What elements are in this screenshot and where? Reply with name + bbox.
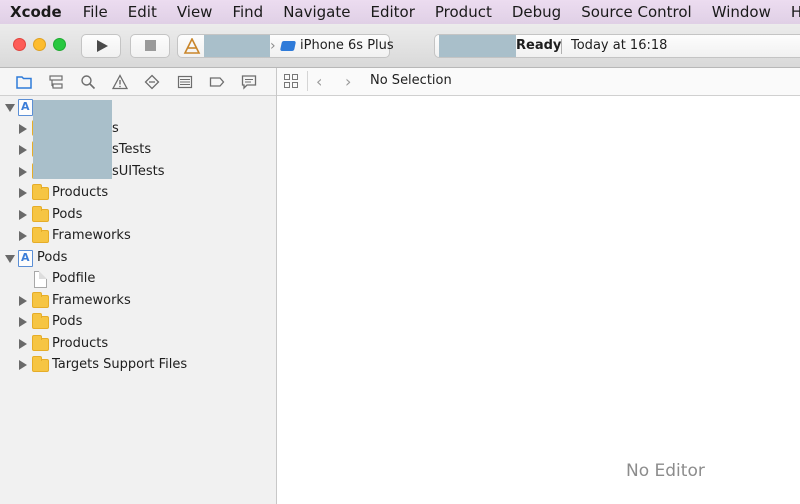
disclosure-triangle-icon[interactable] [19, 188, 27, 198]
tree-row[interactable]: Frameworks [0, 226, 276, 247]
chevron-right-icon: › [270, 38, 276, 54]
file-icon [34, 271, 47, 288]
minimize-window-button[interactable] [33, 38, 46, 51]
list-icon[interactable] [177, 74, 193, 90]
tree-item-label: Pods [52, 314, 83, 329]
tree-row[interactable]: Products [0, 183, 276, 204]
tree-item-label: Pods [37, 250, 68, 265]
tree-item-label: Pods [52, 207, 83, 222]
tree-row[interactable]: Pods [0, 205, 276, 226]
folder-icon [32, 335, 49, 351]
tree-item-label: Podfile [52, 271, 96, 286]
scheme-selector[interactable]: › iPhone 6s Plus [177, 34, 394, 58]
menu-find[interactable]: Find [232, 3, 263, 21]
folder-icon [32, 356, 49, 372]
build-status: Ready [516, 38, 562, 53]
jumpbar-divider [307, 71, 308, 91]
status-timestamp: Today at 16:18 [571, 38, 668, 53]
run-button[interactable] [81, 34, 121, 58]
menu-debug[interactable]: Debug [512, 3, 561, 21]
comment-icon[interactable] [241, 74, 257, 90]
window-toolbar: › iPhone 6s Plus Ready Today at 16:18 [0, 24, 800, 68]
tree-item-label: sUITests [112, 164, 165, 179]
disclosure-triangle-icon[interactable] [19, 339, 27, 349]
menu-view[interactable]: View [177, 3, 213, 21]
tree-item-label: Products [52, 336, 109, 351]
folder-icon [32, 227, 49, 243]
status-divider [561, 39, 562, 54]
device-label: iPhone 6s Plus [300, 38, 394, 53]
redacted-project-name [439, 35, 516, 57]
redacted-target-names [33, 100, 112, 179]
zoom-window-button[interactable] [53, 38, 66, 51]
menu-xcode[interactable]: Xcode [10, 3, 62, 21]
no-editor-placeholder: No Editor [626, 461, 705, 481]
tree-item-label: s [112, 121, 119, 136]
close-window-button[interactable] [13, 38, 26, 51]
redacted-scheme-name [204, 35, 270, 57]
tree-row[interactable]: Podfile [0, 269, 276, 290]
disclosure-triangle-icon[interactable] [19, 360, 27, 370]
folder-icon[interactable] [16, 74, 32, 90]
folder-icon [32, 313, 49, 329]
menu-navigate[interactable]: Navigate [283, 3, 350, 21]
navigator-selector-bar [0, 68, 276, 96]
jump-bar-selection[interactable]: No Selection [370, 73, 452, 88]
editor-area: No Editor [277, 96, 800, 504]
tree-item-label: sTests [112, 142, 152, 157]
menu-product[interactable]: Product [435, 3, 492, 21]
menu-bar: Xcode File Edit View Find Navigate Edito… [0, 0, 800, 24]
project-icon [18, 99, 33, 116]
project-icon [18, 250, 33, 267]
menu-editor[interactable]: Editor [370, 3, 414, 21]
jump-bar: ‹ › No Selection [277, 68, 800, 96]
folder-icon [32, 206, 49, 222]
disclosure-triangle-icon[interactable] [5, 255, 15, 263]
stop-button[interactable] [130, 34, 170, 58]
activity-status-panel: Ready Today at 16:18 [434, 34, 800, 58]
tree-row[interactable]: Frameworks [0, 291, 276, 312]
forward-chevron-icon[interactable]: › [345, 72, 351, 91]
disclosure-triangle-icon[interactable] [19, 296, 27, 306]
hierarchy-icon[interactable] [48, 74, 64, 90]
tree-row[interactable]: Pods [0, 312, 276, 333]
disclosure-triangle-icon[interactable] [5, 104, 15, 112]
tree-item-label: Targets Support Files [52, 357, 188, 372]
disclosure-triangle-icon[interactable] [19, 231, 27, 241]
folder-icon [32, 184, 49, 200]
tree-item-label: Frameworks [52, 293, 131, 308]
disclosure-triangle-icon[interactable] [19, 145, 27, 155]
app-target-icon [183, 38, 201, 54]
tree-item-label: Products [52, 185, 109, 200]
warning-icon[interactable] [112, 74, 128, 90]
menu-source-control[interactable]: Source Control [581, 3, 692, 21]
disclosure-triangle-icon[interactable] [19, 124, 27, 134]
tree-row[interactable]: Products [0, 334, 276, 355]
menu-edit[interactable]: Edit [128, 3, 157, 21]
disclosure-triangle-icon[interactable] [19, 167, 27, 177]
menu-file[interactable]: File [83, 3, 108, 21]
tree-item-label: Frameworks [52, 228, 131, 243]
back-chevron-icon[interactable]: ‹ [316, 72, 322, 91]
disclosure-triangle-icon[interactable] [19, 210, 27, 220]
search-icon[interactable] [80, 74, 96, 90]
menu-help[interactable]: Help [791, 3, 800, 21]
tree-row[interactable]: Targets Support Files [0, 355, 276, 376]
tree-row-project[interactable]: Pods [0, 248, 276, 269]
diamond-icon[interactable] [144, 74, 160, 90]
disclosure-triangle-icon[interactable] [19, 317, 27, 327]
related-items-icon[interactable] [284, 74, 298, 88]
menu-window[interactable]: Window [712, 3, 771, 21]
folder-icon [32, 292, 49, 308]
device-icon [279, 41, 297, 51]
tag-icon[interactable] [209, 74, 225, 90]
